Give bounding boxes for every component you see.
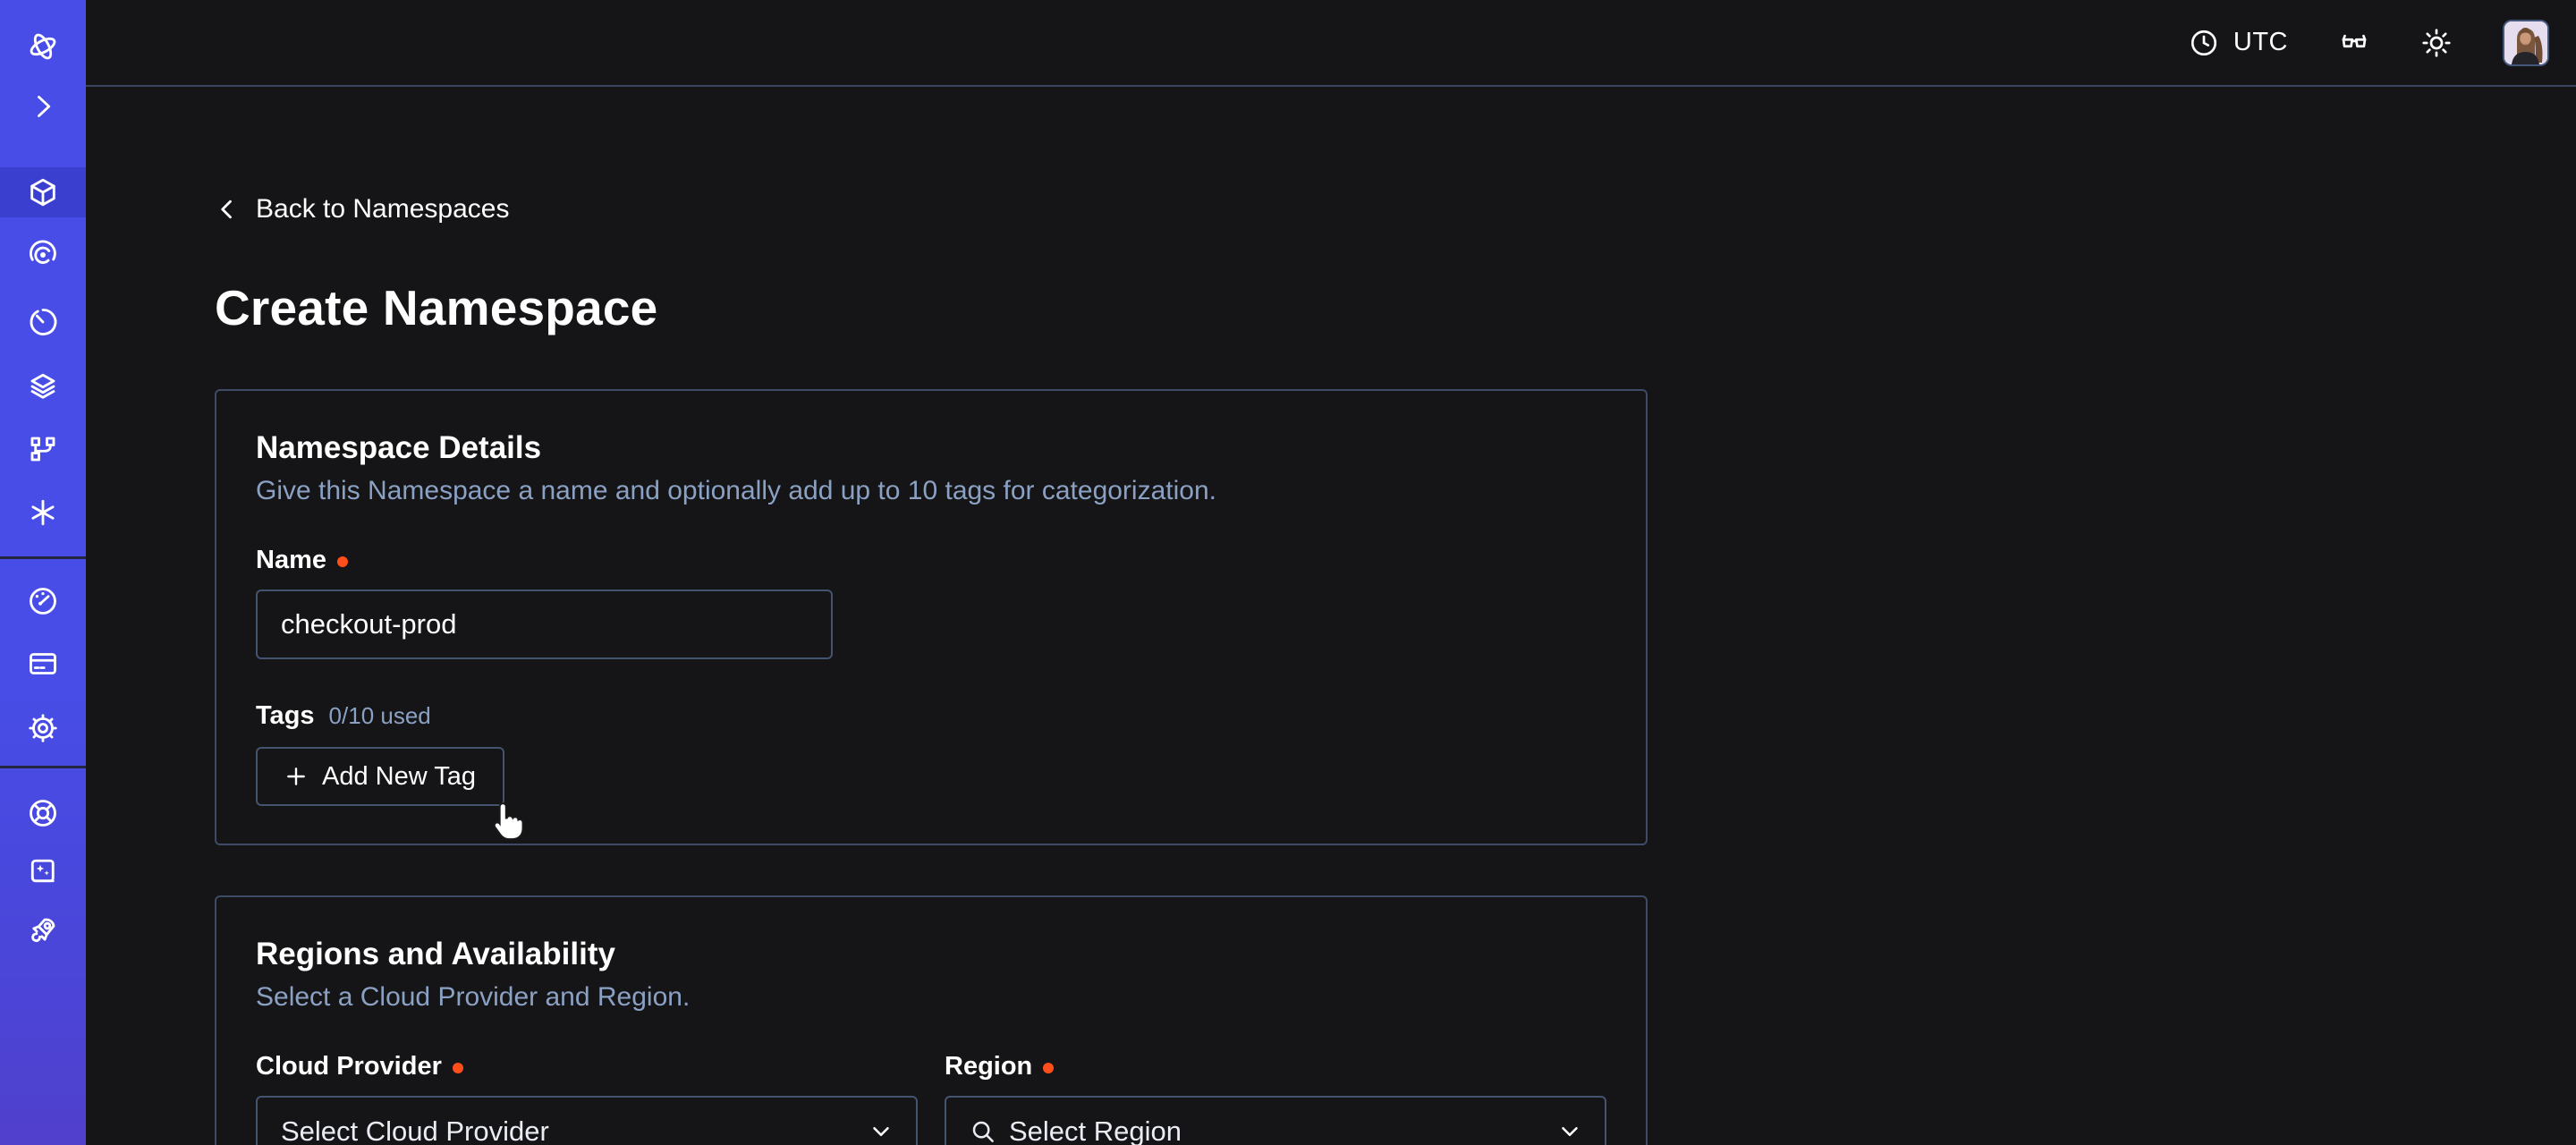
sidebar-item-getting-started[interactable]	[0, 905, 86, 955]
required-indicator	[1043, 1063, 1054, 1073]
sidebar-item-namespaces[interactable]	[0, 167, 86, 217]
sidebar-divider	[0, 766, 86, 768]
cloud-provider-label: Cloud Provider	[256, 1051, 918, 1081]
tags-label-row: Tags 0/10 used	[256, 700, 1606, 731]
sidebar-item-settings[interactable]	[0, 703, 86, 753]
settings-icon	[27, 712, 59, 744]
timezone-selector[interactable]: UTC	[2189, 28, 2288, 58]
main-content: Back to Namespaces Create Namespace Name…	[86, 89, 2576, 1145]
card-subtitle: Give this Namespace a name and optionall…	[256, 475, 1606, 507]
card-title: Regions and Availability	[256, 937, 1606, 972]
regions-card: Regions and Availability Select a Cloud …	[215, 895, 1648, 1145]
chevron-left-icon	[215, 197, 240, 222]
search-icon	[970, 1118, 996, 1145]
card-title: Namespace Details	[256, 430, 1606, 466]
support-icon	[27, 797, 59, 829]
billing-icon	[27, 648, 59, 680]
sidebar-item-usage[interactable]	[0, 576, 86, 626]
namespaces-icon	[27, 176, 59, 208]
sidebar-item-workflows[interactable]	[0, 230, 86, 280]
batch-operations-icon	[27, 433, 59, 465]
cloud-provider-placeholder: Select Cloud Provider	[281, 1115, 855, 1145]
sidebar-item-batch-operations[interactable]	[0, 424, 86, 474]
tags-counter: 0/10 used	[329, 702, 431, 730]
name-field-label: Name	[256, 545, 1606, 575]
add-new-tag-button[interactable]: Add New Tag	[256, 747, 504, 806]
sun-icon	[2420, 27, 2453, 59]
chevron-down-icon	[1556, 1118, 1583, 1145]
region-placeholder: Select Region	[1009, 1115, 1544, 1145]
sidebar	[0, 0, 86, 1145]
temporal-logo-icon[interactable]	[0, 21, 86, 72]
sidebar-item-support[interactable]	[0, 788, 86, 838]
sidebar-item-schedules[interactable]	[0, 297, 86, 347]
theme-toggle-button[interactable]	[2420, 27, 2453, 59]
sidebar-item-billing[interactable]	[0, 639, 86, 689]
usage-icon	[27, 585, 59, 617]
required-indicator	[337, 556, 348, 567]
glasses-icon	[2338, 27, 2370, 59]
sidebar-item-docs[interactable]	[0, 847, 86, 897]
schedules-icon	[27, 306, 59, 338]
expand-sidebar-icon[interactable]	[0, 81, 86, 131]
back-link-label: Back to Namespaces	[256, 194, 509, 225]
card-subtitle: Select a Cloud Provider and Region.	[256, 981, 1606, 1014]
region-label: Region	[945, 1051, 1606, 1081]
chevron-down-icon	[868, 1118, 894, 1145]
topbar: UTC	[86, 0, 2576, 87]
sidebar-item-nexus[interactable]	[0, 488, 86, 538]
timezone-label: UTC	[2233, 28, 2288, 57]
labs-toggle-button[interactable]	[2338, 27, 2370, 59]
tags-label: Tags	[256, 700, 315, 731]
app: UTC	[0, 0, 2576, 1145]
sidebar-item-deployments[interactable]	[0, 361, 86, 411]
nexus-icon	[27, 496, 59, 529]
namespace-details-card: Namespace Details Give this Namespace a …	[215, 389, 1648, 845]
deployments-icon	[27, 370, 59, 403]
required-indicator	[453, 1063, 463, 1073]
namespace-name-input[interactable]	[256, 589, 833, 659]
clock-icon	[2189, 28, 2219, 58]
plus-icon	[284, 765, 308, 788]
avatar-image	[2504, 21, 2547, 64]
back-to-namespaces-link[interactable]: Back to Namespaces	[215, 194, 509, 225]
workflows-icon	[27, 239, 59, 271]
user-avatar[interactable]	[2503, 20, 2549, 66]
docs-icon	[27, 856, 59, 888]
region-select[interactable]: Select Region	[945, 1096, 1606, 1145]
page-title: Create Namespace	[215, 278, 2576, 337]
sidebar-divider	[0, 556, 86, 559]
getting-started-icon	[27, 914, 59, 946]
cloud-provider-select[interactable]: Select Cloud Provider	[256, 1096, 918, 1145]
